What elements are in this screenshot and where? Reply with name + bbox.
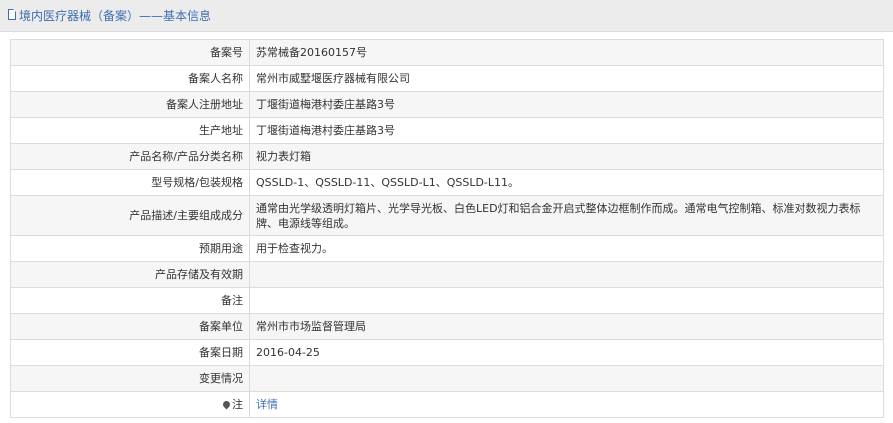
table-row: 产品名称/产品分类名称 视力表灯箱 xyxy=(10,143,884,170)
row-value-filing-date: 2016-04-25 xyxy=(249,339,884,366)
table-row: 预期用途 用于检查视力。 xyxy=(10,235,884,262)
row-value-product-description: 通常由光学级透明灯箱片、光学导光板、白色LED灯和铝合金开启式整体边框制作而成。… xyxy=(249,195,884,236)
row-value-model-spec: QSSLD-1、QSSLD-11、QSSLD-L1、QSSLD-L11。 xyxy=(249,169,884,196)
row-label-remarks: 备注 xyxy=(10,287,250,314)
page-header: 境内医疗器械（备案）——基本信息 xyxy=(0,0,893,32)
row-value-product-name: 视力表灯箱 xyxy=(249,143,884,170)
table-row: 备案号 苏常械备20160157号 xyxy=(10,39,884,66)
row-label-storage-validity: 产品存储及有效期 xyxy=(10,261,250,288)
row-label-production-address: 生产地址 xyxy=(10,117,250,144)
row-label-note: 注 xyxy=(10,391,250,418)
row-label-model-spec: 型号规格/包装规格 xyxy=(10,169,250,196)
row-label-filing-unit: 备案单位 xyxy=(10,313,250,340)
row-value-record-number: 苏常械备20160157号 xyxy=(249,39,884,66)
row-label-product-description: 产品描述/主要组成成分 xyxy=(10,195,250,236)
row-value-storage-validity xyxy=(249,261,884,288)
table-row: 备案人名称 常州市威墅堰医疗器械有限公司 xyxy=(10,65,884,92)
row-label-intended-use: 预期用途 xyxy=(10,235,250,262)
row-value-remarks xyxy=(249,287,884,314)
row-value-production-address: 丁堰街道梅港村委庄基路3号 xyxy=(249,117,884,144)
table-row: 备案单位 常州市市场监督管理局 xyxy=(10,313,884,340)
row-label-registered-address: 备案人注册地址 xyxy=(10,91,250,118)
table-row: 备案人注册地址 丁堰街道梅港村委庄基路3号 xyxy=(10,91,884,118)
page-title: 境内医疗器械（备案）——基本信息 xyxy=(19,9,212,23)
row-value-registered-address: 丁堰街道梅港村委庄基路3号 xyxy=(249,91,884,118)
table-row: 备注 xyxy=(10,287,884,314)
table-row: 产品存储及有效期 xyxy=(10,261,884,288)
table-row: 型号规格/包装规格 QSSLD-1、QSSLD-11、QSSLD-L1、QSSL… xyxy=(10,169,884,196)
details-link[interactable]: 详情 xyxy=(256,398,278,411)
table-row: 注 详情 xyxy=(10,391,884,418)
table-row: 变更情况 xyxy=(10,365,884,392)
row-value-intended-use: 用于检查视力。 xyxy=(249,235,884,262)
note-label-text: 注 xyxy=(232,398,243,411)
row-label-record-number: 备案号 xyxy=(10,39,250,66)
basic-info-table: 备案号 苏常械备20160157号 备案人名称 常州市威墅堰医疗器械有限公司 备… xyxy=(10,39,884,418)
row-label-product-name: 产品名称/产品分类名称 xyxy=(10,143,250,170)
row-label-change-status: 变更情况 xyxy=(10,365,250,392)
document-icon xyxy=(8,9,16,20)
pin-icon xyxy=(221,399,232,410)
row-label-filing-date: 备案日期 xyxy=(10,339,250,366)
row-value-change-status xyxy=(249,365,884,392)
table-row: 备案日期 2016-04-25 xyxy=(10,339,884,366)
table-row: 生产地址 丁堰街道梅港村委庄基路3号 xyxy=(10,117,884,144)
row-value-filer-name: 常州市威墅堰医疗器械有限公司 xyxy=(249,65,884,92)
row-value-filing-unit: 常州市市场监督管理局 xyxy=(249,313,884,340)
row-label-filer-name: 备案人名称 xyxy=(10,65,250,92)
table-row: 产品描述/主要组成成分 通常由光学级透明灯箱片、光学导光板、白色LED灯和铝合金… xyxy=(10,195,884,236)
row-value-note: 详情 xyxy=(249,391,884,418)
